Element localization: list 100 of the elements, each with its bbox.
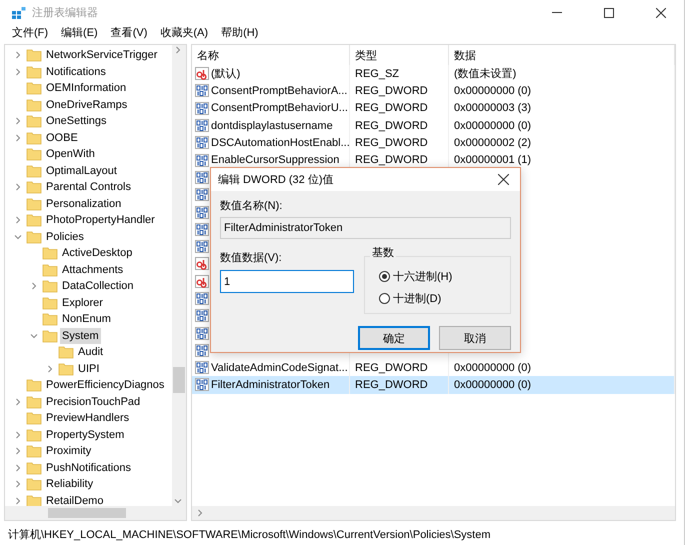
chevron-icon[interactable]: [29, 281, 39, 292]
dialog-button[interactable]: 取消: [439, 326, 511, 350]
tree-item[interactable]: PushNotifications: [44, 460, 133, 476]
menu-item[interactable]: 文件(F): [8, 25, 58, 42]
chevron-icon[interactable]: [45, 364, 55, 374]
tree-item[interactable]: OEMInformation: [44, 80, 128, 96]
tree-item[interactable]: DataCollection: [60, 278, 136, 294]
tree-item[interactable]: Proximity: [44, 443, 94, 460]
column-header[interactable]: 类型: [350, 45, 449, 65]
tree-item[interactable]: UIPI: [76, 360, 102, 377]
value-name[interactable]: DSCAutomationHostEnabl...: [211, 136, 350, 149]
value-name[interactable]: ConsentPromptBehaviorA...: [211, 84, 348, 97]
chevron-icon[interactable]: [13, 182, 23, 192]
horizontal-scrollbar[interactable]: [192, 506, 675, 520]
value-type: REG_DWORD: [355, 378, 428, 391]
tree-item[interactable]: ActiveDesktop: [60, 245, 134, 262]
tree-item[interactable]: Audit: [76, 344, 106, 360]
binary-value-icon: [195, 136, 209, 150]
value-type: REG_DWORD: [355, 84, 428, 97]
tree-item[interactable]: PreviewHandlers: [44, 410, 132, 426]
tree-item[interactable]: OpenWith: [44, 146, 97, 162]
chevron-icon[interactable]: [13, 215, 23, 226]
tree-item[interactable]: PrecisionTouchPad: [44, 394, 142, 410]
chevron-icon[interactable]: [13, 396, 23, 407]
tree-item[interactable]: NonEnum: [60, 311, 113, 328]
value-name-field[interactable]: FilterAdministratorToken: [220, 217, 511, 239]
binary-value-icon: [195, 240, 209, 254]
folder-icon: [42, 262, 58, 277]
tree-item[interactable]: OOBE: [44, 130, 80, 146]
chevron-icon[interactable]: [13, 430, 23, 440]
value-name[interactable]: ConsentPromptBehaviorU...: [211, 102, 348, 114]
chevron-icon[interactable]: [13, 50, 23, 60]
value-name[interactable]: dontdisplaylastusername: [211, 120, 333, 132]
binary-value-icon: [195, 222, 209, 236]
tree-item[interactable]: Personalization: [44, 196, 124, 212]
binary-value-icon: [195, 119, 209, 132]
registry-app-icon: [12, 6, 26, 18]
value-data: 0x00000003 (3): [454, 102, 532, 114]
tree-item[interactable]: NetworkServiceTrigger: [44, 47, 160, 64]
maximize-icon: [604, 8, 614, 18]
chevron-icon[interactable]: [13, 496, 23, 506]
tree-item[interactable]: Notifications: [44, 64, 108, 80]
tree-item[interactable]: Explorer: [60, 294, 105, 311]
tree-item[interactable]: Parental Controls: [44, 179, 133, 196]
chevron-icon[interactable]: [13, 446, 23, 456]
tree-item[interactable]: Attachments: [60, 262, 126, 278]
tree-item[interactable]: Reliability: [44, 476, 96, 492]
menu-item[interactable]: 查看(V): [106, 25, 156, 42]
chevron-icon[interactable]: [13, 462, 23, 473]
menu-item[interactable]: 帮助(H): [217, 25, 268, 42]
chevron-icon[interactable]: [13, 116, 23, 126]
tree-item[interactable]: PhotoPropertyHandler: [44, 212, 157, 228]
tree-item[interactable]: PropertySystem: [44, 426, 126, 443]
scroll-down-icon[interactable]: [172, 496, 182, 506]
chevron-icon[interactable]: [13, 132, 23, 143]
menu-item[interactable]: 收藏夹(A): [156, 25, 218, 42]
scrollbar-thumb[interactable]: [48, 508, 126, 518]
chevron-icon[interactable]: [13, 479, 23, 490]
column-header[interactable]: 名称: [192, 45, 350, 65]
folder-icon: [26, 130, 42, 145]
value-name[interactable]: ValidateAdminCodeSignat...: [211, 362, 348, 374]
tree-item[interactable]: PowerEfficiencyDiagnos: [44, 377, 166, 394]
folder-icon: [26, 98, 42, 112]
chevron-icon[interactable]: [13, 66, 23, 77]
scroll-right-icon[interactable]: [195, 508, 205, 518]
folder-icon: [58, 362, 74, 376]
menu-item[interactable]: 编辑(E): [57, 25, 107, 42]
folder-icon: [26, 213, 42, 228]
value-data-field[interactable]: 1: [220, 270, 354, 293]
close-icon: [656, 8, 666, 18]
vertical-scrollbar[interactable]: [172, 45, 186, 506]
dialog-button[interactable]: 确定: [358, 326, 430, 350]
radio-label: 十进制(D): [393, 292, 442, 306]
folder-icon: [26, 444, 42, 458]
value-data: 0x00000000 (0): [454, 378, 532, 391]
folder-icon: [26, 196, 42, 211]
radio-button[interactable]: [379, 293, 390, 304]
tree-item[interactable]: OneDriveRamps: [44, 96, 130, 113]
tree-item[interactable]: OptimalLayout: [44, 162, 119, 179]
value-name-label: 数值名称(N):: [220, 199, 284, 213]
binary-value-icon: [195, 84, 209, 98]
tree-item[interactable]: System: [60, 328, 101, 344]
string-value-icon: [195, 257, 209, 270]
tree-item[interactable]: Policies: [44, 228, 86, 245]
binary-value-icon: [195, 102, 209, 115]
binary-value-icon: [195, 361, 209, 374]
value-name[interactable]: EnableCursorSuppression: [211, 154, 340, 166]
scrollbar-thumb[interactable]: [173, 367, 185, 393]
folder-icon: [42, 246, 58, 260]
binary-value-icon: [195, 326, 209, 340]
binary-value-icon: [195, 344, 209, 357]
tree-item[interactable]: OneSettings: [44, 113, 109, 130]
folder-icon: [42, 296, 58, 310]
tree-item[interactable]: RetailDemo: [44, 492, 106, 506]
value-type: REG_DWORD: [355, 154, 428, 166]
horizontal-scrollbar[interactable]: [5, 506, 172, 520]
value-name[interactable]: (默认): [211, 66, 240, 82]
column-header[interactable]: 数据: [449, 45, 675, 65]
radio-button[interactable]: [379, 271, 390, 282]
folder-icon: [26, 460, 42, 475]
